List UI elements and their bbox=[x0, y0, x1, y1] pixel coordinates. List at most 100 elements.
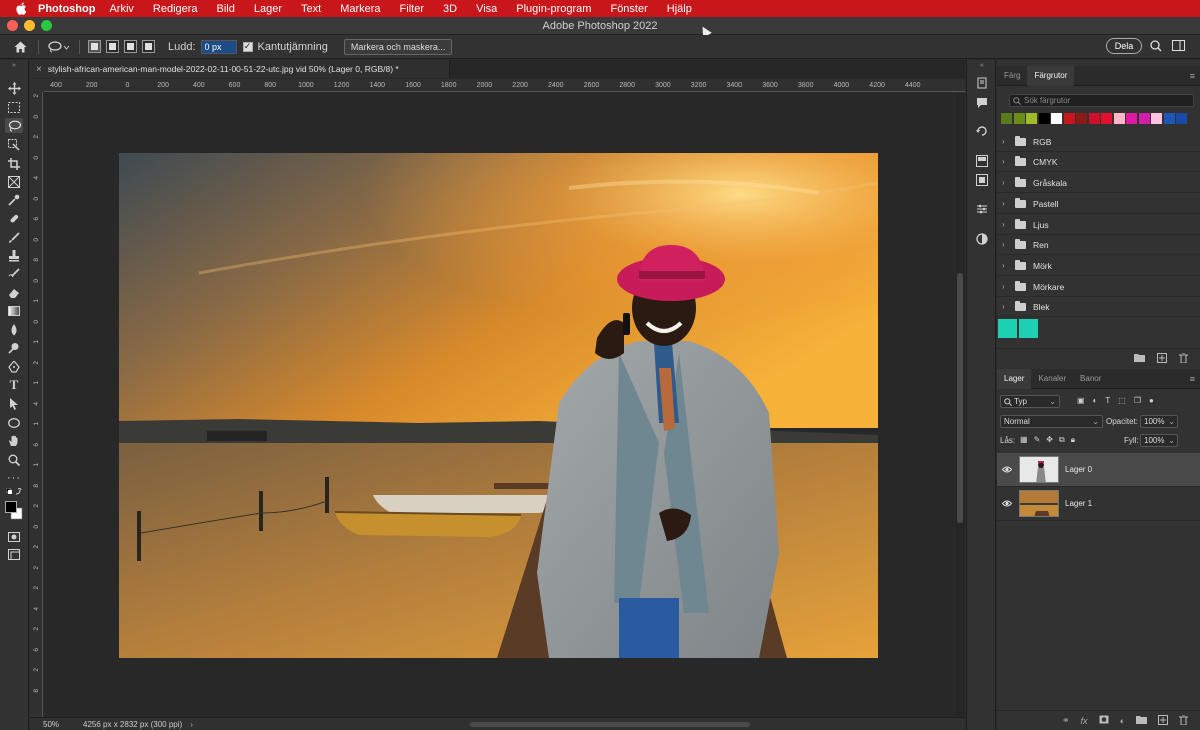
new-adjustment-layer-icon[interactable]: ◐ bbox=[1120, 716, 1125, 726]
collapse-toolbar-icon[interactable]: » bbox=[5, 62, 23, 69]
properties-icon[interactable] bbox=[975, 173, 989, 187]
menu-hjalp[interactable]: Hjälp bbox=[667, 3, 692, 15]
quick-mask-icon[interactable] bbox=[5, 529, 23, 544]
color-panel-icon[interactable] bbox=[975, 154, 989, 168]
vertical-ruler[interactable]: 2 0 2 0 4 0 6 0 8 0 1 0 1 2 1 4 1 6 1 8 2 0 2 2 2 4 2 6 2 8 bbox=[30, 92, 43, 717]
blur-tool-icon[interactable] bbox=[5, 322, 23, 337]
add-mask-icon[interactable] bbox=[1099, 715, 1109, 726]
dodge-tool-icon[interactable] bbox=[5, 340, 23, 355]
lock-all-icon[interactable]: 🔒︎ bbox=[1071, 435, 1075, 445]
filter-pixel-icon[interactable]: ▣ bbox=[1077, 396, 1085, 405]
ellipse-tool-icon[interactable] bbox=[5, 415, 23, 430]
menu-arkiv[interactable]: Arkiv bbox=[109, 3, 133, 15]
horizontal-ruler[interactable]: 400 200 0 200 400 600 800 1000 1200 1400 1600 1800 2… bbox=[44, 79, 965, 92]
healing-brush-tool-icon[interactable] bbox=[5, 211, 23, 226]
ruler-origin[interactable] bbox=[30, 79, 44, 92]
swatch-folder[interactable]: › Mörk bbox=[997, 256, 1200, 276]
path-selection-tool-icon[interactable] bbox=[5, 396, 23, 411]
more-tools-icon[interactable]: ··· bbox=[5, 470, 23, 485]
comments-icon[interactable] bbox=[975, 96, 989, 110]
document-image[interactable] bbox=[119, 153, 878, 658]
marquee-tool-icon[interactable] bbox=[5, 100, 23, 115]
menu-redigera[interactable]: Redigera bbox=[153, 3, 198, 15]
screen-mode-icon[interactable] bbox=[5, 547, 23, 562]
menu-bild[interactable]: Bild bbox=[217, 3, 235, 15]
swatch-folder[interactable]: › RGB bbox=[997, 132, 1200, 152]
swap-colors-icon[interactable] bbox=[5, 488, 23, 496]
tab-banor[interactable]: Banor bbox=[1073, 369, 1108, 389]
color-swatch[interactable] bbox=[1063, 113, 1075, 124]
clone-stamp-tool-icon[interactable] bbox=[5, 248, 23, 263]
color-swatch[interactable] bbox=[1101, 113, 1112, 124]
layer-row[interactable]: Lager 1 bbox=[997, 487, 1200, 521]
type-tool-icon[interactable]: T bbox=[5, 377, 23, 392]
history-icon[interactable] bbox=[975, 124, 989, 138]
zoom-tool-icon[interactable] bbox=[5, 452, 23, 467]
learn-icon[interactable] bbox=[975, 76, 989, 90]
lock-transparency-icon[interactable]: ▦ bbox=[1020, 435, 1028, 445]
new-swatch-icon[interactable] bbox=[1157, 352, 1167, 365]
menu-3d[interactable]: 3D bbox=[443, 3, 457, 15]
color-swatch[interactable] bbox=[1019, 319, 1038, 338]
adjustments-icon[interactable] bbox=[975, 202, 989, 216]
filter-smart-icon[interactable]: ❐ bbox=[1134, 396, 1141, 405]
tab-fargrutor[interactable]: Färgrutor bbox=[1027, 65, 1075, 86]
layers-panel-menu-icon[interactable]: ≡ bbox=[1190, 374, 1195, 384]
fill-input[interactable]: 100% ⌄ bbox=[1140, 434, 1178, 447]
filter-type-icon[interactable]: T bbox=[1105, 396, 1110, 405]
swatches-panel-menu-icon[interactable]: ≡ bbox=[1190, 71, 1195, 81]
zoom-level[interactable]: 50% bbox=[43, 720, 73, 729]
color-swatch[interactable] bbox=[1176, 113, 1187, 124]
menu-app-name[interactable]: Photoshop bbox=[38, 3, 95, 15]
color-swatch[interactable] bbox=[998, 319, 1017, 338]
vertical-scrollbar[interactable] bbox=[955, 93, 965, 717]
status-menu-chevron-icon[interactable]: › bbox=[190, 720, 193, 729]
menu-fonster[interactable]: Fönster bbox=[610, 3, 647, 15]
lock-pixels-icon[interactable]: ✎ bbox=[1034, 435, 1041, 445]
filter-shape-icon[interactable]: ⬚ bbox=[1118, 396, 1126, 405]
swatch-folder[interactable]: › Pastell bbox=[997, 194, 1200, 214]
workspace-icon[interactable] bbox=[1172, 40, 1185, 51]
opacity-input[interactable]: 100% ⌄ bbox=[1140, 415, 1178, 428]
gradient-tool-icon[interactable] bbox=[5, 303, 23, 318]
delete-swatch-icon[interactable] bbox=[1179, 352, 1188, 365]
share-button[interactable]: Dela bbox=[1106, 38, 1142, 54]
frame-tool-icon[interactable] bbox=[5, 174, 23, 189]
swatch-folder[interactable]: › CMYK bbox=[997, 152, 1200, 172]
color-swatch[interactable] bbox=[1013, 113, 1025, 124]
blend-mode-select[interactable]: Normal ⌄ bbox=[1000, 415, 1103, 428]
swatch-folder[interactable]: › Mörkare bbox=[997, 277, 1200, 297]
home-icon[interactable] bbox=[12, 39, 28, 55]
swatch-folder[interactable]: › Ljus bbox=[997, 215, 1200, 235]
add-selection-mode-button[interactable] bbox=[106, 40, 119, 53]
color-swatch[interactable] bbox=[1038, 113, 1050, 124]
lock-position-icon[interactable]: ✥ bbox=[1046, 435, 1053, 445]
layer-row[interactable]: Lager 0 bbox=[997, 453, 1200, 487]
menu-text[interactable]: Text bbox=[301, 3, 321, 15]
vertical-scroll-thumb[interactable] bbox=[957, 273, 963, 523]
search-icon[interactable] bbox=[1150, 40, 1162, 52]
new-group-icon[interactable] bbox=[1136, 715, 1147, 726]
lock-artboard-icon[interactable]: ⧉ bbox=[1059, 435, 1065, 445]
delete-layer-icon[interactable] bbox=[1179, 714, 1188, 727]
tab-lager[interactable]: Lager bbox=[997, 368, 1032, 389]
styles-icon[interactable] bbox=[975, 232, 989, 246]
menu-filter[interactable]: Filter bbox=[400, 3, 424, 15]
color-swatch[interactable] bbox=[1151, 113, 1162, 124]
lasso-tool-preset-icon[interactable] bbox=[47, 39, 71, 55]
visibility-eye-icon[interactable] bbox=[1001, 465, 1013, 475]
color-swatch[interactable] bbox=[1051, 113, 1062, 124]
menu-lager[interactable]: Lager bbox=[254, 3, 282, 15]
color-swatch[interactable] bbox=[1126, 113, 1137, 124]
antialias-checkbox[interactable]: ✓ bbox=[242, 41, 253, 52]
color-swatch[interactable] bbox=[1163, 113, 1175, 124]
eraser-tool-icon[interactable] bbox=[5, 285, 23, 300]
intersect-selection-mode-button[interactable] bbox=[142, 40, 155, 53]
apple-icon[interactable] bbox=[14, 2, 28, 16]
subtract-selection-mode-button[interactable] bbox=[124, 40, 137, 53]
tab-farg[interactable]: Färg bbox=[997, 66, 1027, 86]
color-swatch[interactable] bbox=[1026, 113, 1037, 124]
filter-toggle-icon[interactable]: ● bbox=[1149, 396, 1154, 405]
hand-tool-icon[interactable] bbox=[5, 433, 23, 448]
document-tab[interactable]: × stylish-african-american-man-model-202… bbox=[30, 60, 450, 78]
